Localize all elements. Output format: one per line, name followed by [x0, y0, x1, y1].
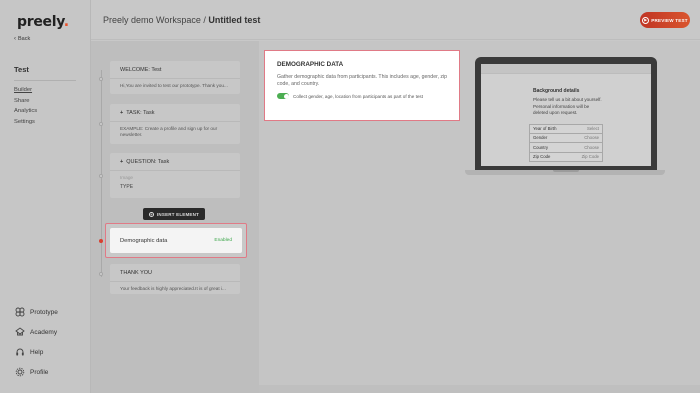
main-footer — [259, 385, 700, 393]
plus-icon: + — [120, 110, 124, 116]
nav-item-builder[interactable]: Builder — [14, 85, 37, 96]
nav-help-label: Help — [30, 348, 44, 356]
gear-icon — [15, 367, 25, 377]
chevron-left-icon: ‹ — [14, 36, 16, 42]
timeline-dot — [99, 122, 103, 126]
row-label: Country — [533, 144, 549, 150]
collect-toggle-label: Collect gender, age, location from parti… — [293, 93, 423, 99]
question-title: QUESTION: Task — [126, 159, 170, 165]
row-label: Gender — [533, 135, 548, 141]
side-nav: Builder Share Analytics Settings — [14, 85, 37, 127]
grid-icon — [15, 307, 25, 317]
logo[interactable]: preely. — [17, 14, 69, 30]
demographic-config-panel: DEMOGRAPHIC DATA Gather demographic data… — [269, 55, 455, 116]
bottom-nav: Prototype Academy Help Profile — [15, 302, 58, 382]
project-title: Test — [14, 65, 29, 74]
breadcrumb-test-name: Untitled test — [208, 15, 261, 25]
nav-item-share[interactable]: Share — [14, 96, 37, 107]
nav-academy-label: Academy — [30, 328, 58, 336]
preview-row-year[interactable]: Year of Birth Select — [529, 124, 603, 134]
nav-item-settings[interactable]: Settings — [14, 117, 37, 128]
preview-test-button[interactable]: ▶ PREVIEW TEST — [640, 12, 690, 28]
timeline-dot-active — [99, 239, 103, 243]
nav-prototype-label: Prototype — [30, 308, 58, 316]
timeline-dot — [99, 77, 103, 81]
laptop-notch — [553, 170, 579, 172]
demographic-status-badge: Enabled — [214, 238, 232, 243]
collect-toggle[interactable] — [277, 93, 289, 99]
nav-profile-label: Profile — [30, 368, 49, 376]
welcome-card[interactable]: WELCOME: Test Hi,You are invited to test… — [110, 61, 240, 94]
plus-circle-icon: + — [148, 211, 154, 217]
breadcrumb: Preely demo Workspace / Untitled test — [103, 15, 260, 25]
question-card[interactable]: + QUESTION: Task Image TYPE — [110, 153, 240, 198]
insert-element-label: INSERT ELEMENT — [156, 211, 200, 217]
plus-icon: + — [120, 159, 124, 165]
nav-help[interactable]: Help — [15, 342, 58, 362]
preview-row-zip[interactable]: Zip Code Zip Code — [529, 152, 603, 162]
timeline-dot — [99, 272, 103, 276]
academy-icon — [15, 327, 25, 336]
preview-test-label: PREVIEW TEST — [651, 17, 688, 23]
timeline-dot — [99, 174, 103, 178]
row-action: Choose — [584, 135, 599, 141]
thankyou-card[interactable]: THANK YOU Your feedback is highly apprec… — [110, 264, 240, 294]
insert-element-button[interactable]: + INSERT ELEMENT — [143, 208, 205, 220]
thankyou-body: Your feedback is highly appreciated.It i… — [120, 286, 226, 291]
nav-profile[interactable]: Profile — [15, 362, 58, 382]
preview-description: Please tell us a bit about yourself. Per… — [533, 97, 602, 115]
config-description: Gather demographic data from participant… — [277, 74, 448, 87]
laptop-topbar — [481, 64, 651, 74]
sidebar-divider — [14, 80, 76, 81]
demographic-card[interactable]: Demographic data Enabled — [110, 228, 242, 253]
welcome-body: Hi,You are invited to test our prototype… — [120, 83, 228, 88]
demographic-label: Demographic data — [120, 237, 168, 244]
play-icon: ▶ — [642, 16, 650, 24]
row-label: Zip Code — [533, 154, 551, 160]
nav-prototype[interactable]: Prototype — [15, 302, 58, 322]
breadcrumb-workspace[interactable]: Preely demo Workspace / — [103, 15, 206, 25]
task-body: EXAMPLE: Create a profile and sign up fo… — [120, 126, 218, 137]
row-action: Zip Code — [581, 154, 599, 160]
question-type-label: TYPE — [120, 184, 134, 190]
row-action: Choose — [584, 144, 599, 150]
task-title-row: + TASK: Task — [110, 104, 240, 116]
header: Preely demo Workspace / Untitled test ▶ … — [91, 0, 700, 40]
back-label: Back — [18, 36, 31, 42]
config-title: DEMOGRAPHIC DATA — [277, 61, 344, 68]
logo-text: preely — [17, 14, 64, 30]
preview-row-gender[interactable]: Gender Choose — [529, 133, 603, 143]
preview-row-country[interactable]: Country Choose — [529, 143, 603, 153]
logo-dot: . — [63, 14, 69, 30]
nav-item-analytics[interactable]: Analytics — [14, 106, 37, 117]
row-label: Year of Birth — [533, 126, 557, 132]
task-card[interactable]: + TASK: Task EXAMPLE: Create a profile an… — [110, 104, 240, 144]
headset-icon — [16, 348, 24, 356]
collect-toggle-row: Collect gender, age, location from parti… — [277, 93, 447, 99]
back-link[interactable]: ‹ Back — [14, 36, 30, 42]
nav-academy[interactable]: Academy — [15, 322, 58, 342]
question-placeholder: Image — [120, 175, 134, 180]
toggle-knob — [283, 93, 289, 99]
sidebar: preely. ‹ Back Test Builder Share Analyti… — [0, 0, 91, 393]
task-title: TASK: Task — [126, 110, 155, 116]
question-title-row: + QUESTION: Task — [110, 153, 240, 165]
row-action: Select — [587, 126, 599, 132]
thankyou-title: THANK YOU — [120, 270, 152, 276]
welcome-title: WELCOME: Test — [120, 67, 162, 73]
preview-form-table: Year of Birth Select Gender Choose Country… — [529, 124, 603, 162]
preview-title: Background details — [533, 88, 580, 94]
